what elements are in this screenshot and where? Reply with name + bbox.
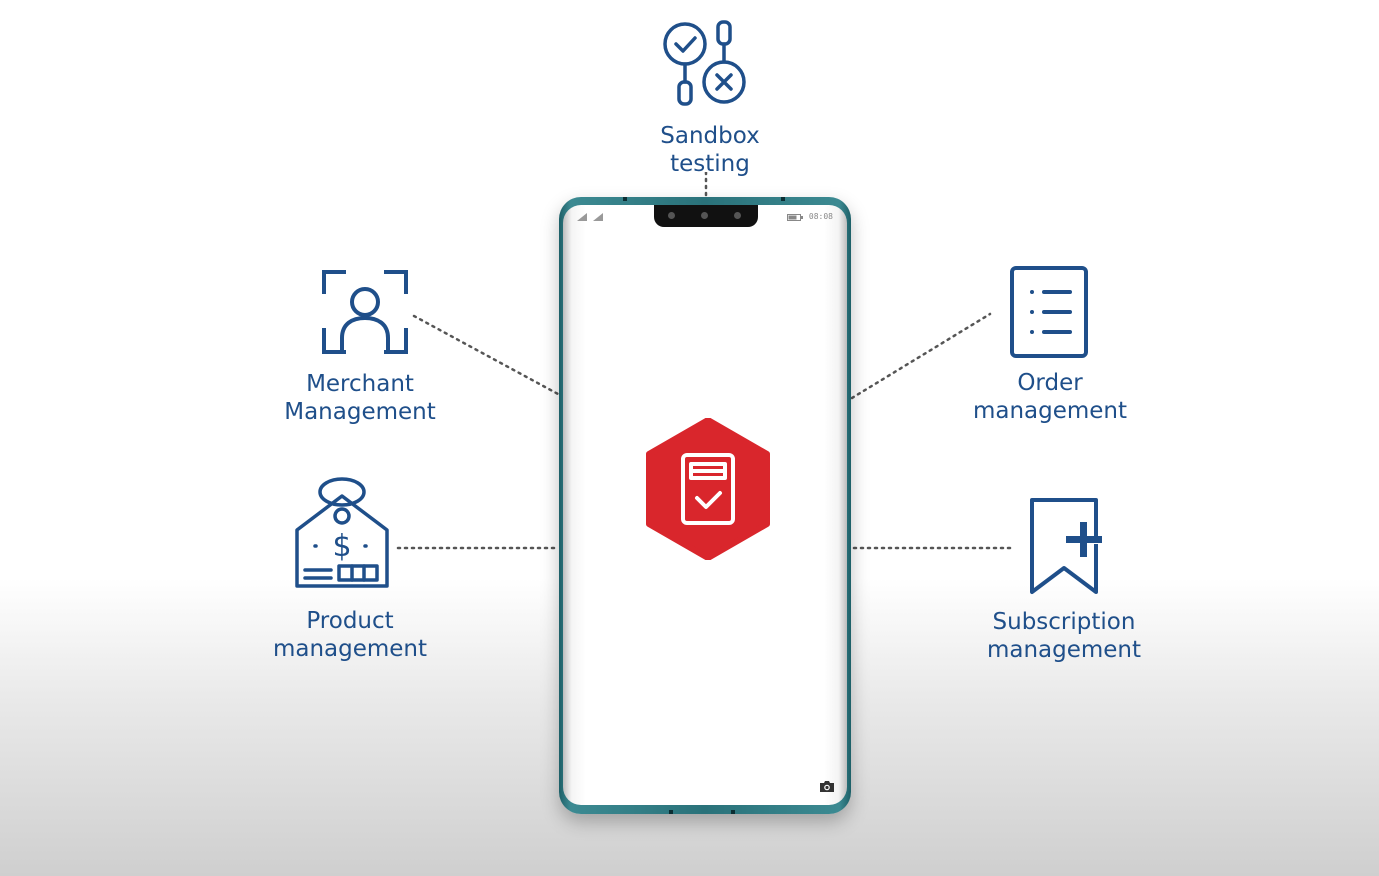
- phone-top-button-left: [623, 197, 627, 201]
- order-label-line2: management: [972, 398, 1128, 424]
- price-tag-icon: $: [295, 477, 389, 588]
- order-label-line1: Order: [1017, 370, 1083, 396]
- battery-icon: [787, 214, 803, 221]
- subscription-label-line1: Subscription: [992, 609, 1136, 635]
- subscription-label-line2: management: [986, 637, 1142, 663]
- front-camera-dot: [668, 212, 675, 219]
- merchant-label-line1: Merchant: [306, 371, 414, 397]
- connector-subscription: [852, 546, 1014, 550]
- phone-bottom-button-left: [669, 810, 673, 814]
- camera-icon[interactable]: [819, 780, 835, 793]
- phone-notch: [654, 205, 758, 227]
- order-label: Order management: [950, 369, 1150, 425]
- phone-top-button-right: [781, 197, 785, 201]
- merchant-label-line2: Management: [284, 399, 436, 425]
- signal-icon: [577, 213, 603, 221]
- phone-bottom-button-right: [731, 810, 735, 814]
- product-label-line1: Product: [306, 608, 394, 634]
- sandbox-testing-icon: [663, 20, 746, 106]
- product-label: Product management: [250, 607, 450, 663]
- bookmark-plus-icon: [1030, 498, 1104, 594]
- smartphone: 08:08: [559, 197, 851, 814]
- merchant-label: Merchant Management: [262, 370, 458, 426]
- svg-text:$: $: [332, 529, 351, 564]
- sandbox-label-line1: Sandbox: [660, 123, 760, 149]
- merchant-user-icon: [322, 270, 408, 354]
- front-camera-dot: [734, 212, 741, 219]
- payment-card-check-icon[interactable]: [645, 418, 771, 560]
- sandbox-label: Sandbox testing: [610, 122, 810, 178]
- product-label-line2: management: [272, 636, 428, 662]
- subscription-label: Subscription management: [954, 608, 1174, 664]
- order-list-icon: [1010, 266, 1088, 358]
- front-camera-dot: [701, 212, 708, 219]
- status-time: 08:08: [808, 212, 833, 221]
- sandbox-label-line2: testing: [670, 151, 750, 177]
- phone-screen: 08:08: [563, 205, 847, 805]
- connector-product: [396, 546, 558, 550]
